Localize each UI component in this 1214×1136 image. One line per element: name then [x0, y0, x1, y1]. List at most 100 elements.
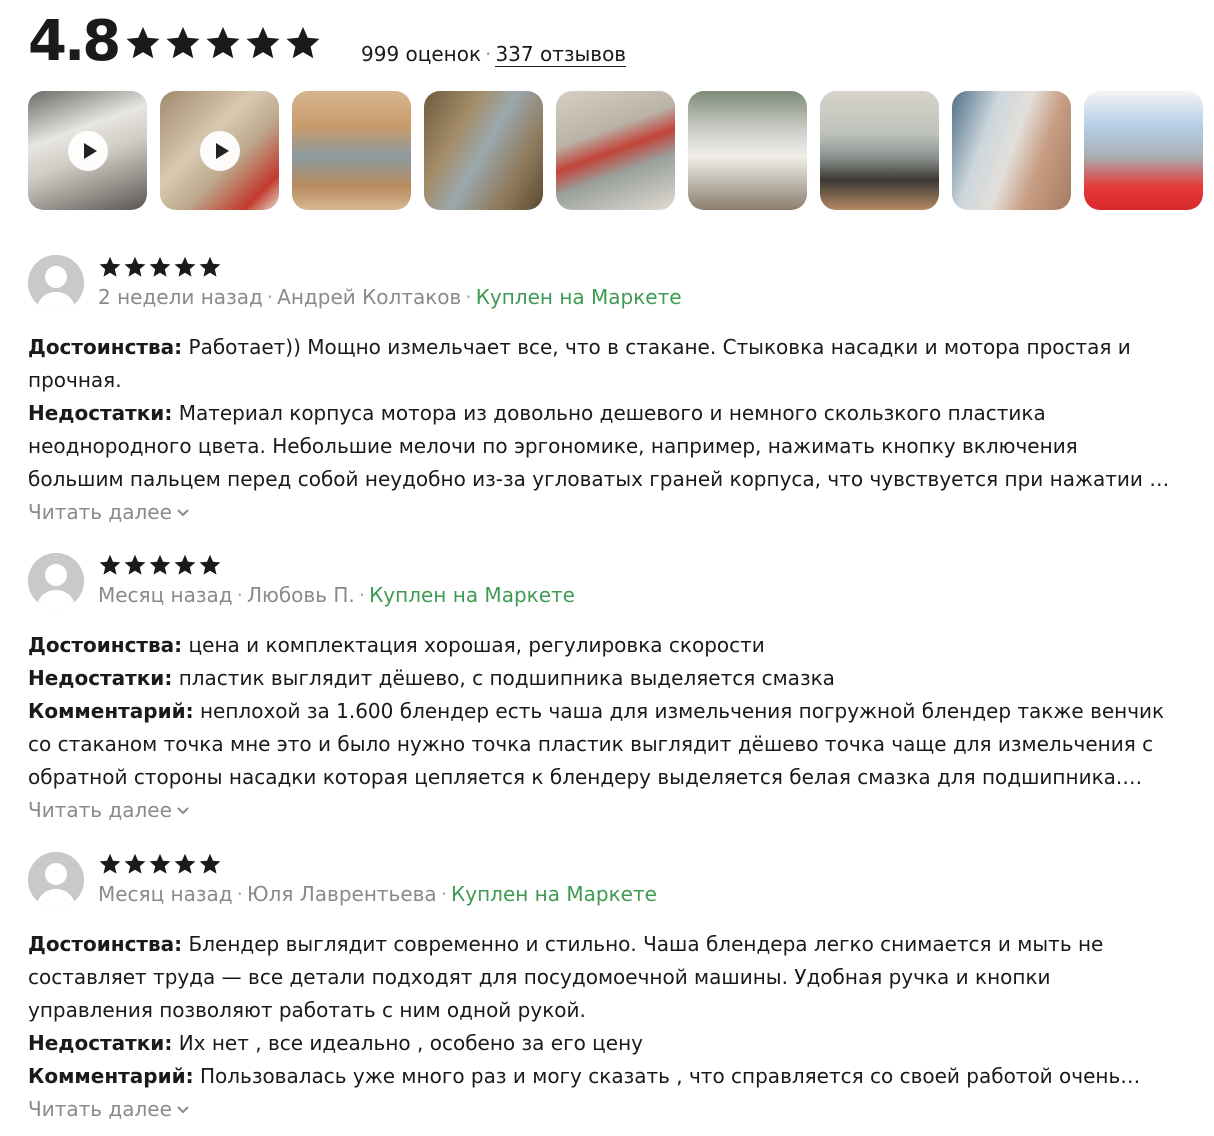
- media-thumbnail[interactable]: [820, 91, 939, 210]
- reviews-count-link[interactable]: 337 отзывов: [495, 42, 627, 67]
- review-cons: Недостатки: Их нет , все идеально , особ…: [28, 1027, 1178, 1060]
- star-icon: [99, 554, 121, 575]
- chevron-down-icon: [177, 806, 189, 814]
- review-stars: [98, 852, 222, 876]
- rating-counts: 999 оценок · 337 отзывов: [361, 42, 627, 67]
- star-icon: [286, 26, 320, 59]
- media-gallery: [28, 91, 1203, 210]
- review-comment: Комментарий: Пользовалась уже много раз …: [28, 1060, 1178, 1093]
- media-thumbnail[interactable]: [292, 91, 411, 210]
- review-body: Достоинства: Работает)) Мощно измельчает…: [28, 331, 1178, 529]
- star-icon: [174, 256, 196, 277]
- user-silhouette-icon: [28, 852, 84, 908]
- separator: ·: [266, 285, 274, 309]
- review-stars: [98, 553, 222, 577]
- star-icon: [199, 256, 221, 277]
- bought-badge: Куплен на Маркете: [475, 285, 682, 309]
- comment-text: Пользовалась уже много раз и могу сказат…: [199, 1064, 1121, 1088]
- star-icon: [166, 26, 200, 59]
- review-pros: Достоинства: Блендер выглядит современно…: [28, 928, 1178, 1027]
- separator: ·: [485, 42, 492, 66]
- star-icon: [246, 26, 280, 59]
- pros-label: Достоинства:: [28, 633, 183, 657]
- separator: ·: [465, 285, 472, 309]
- bought-badge: Куплен на Маркете: [451, 882, 657, 906]
- read-more-label: Читать далее: [28, 798, 172, 822]
- read-more-button[interactable]: Читать далее: [28, 797, 190, 823]
- review-author[interactable]: Юля Лаврентьева: [247, 882, 437, 906]
- review-date: Месяц назад: [98, 583, 233, 607]
- star-icon: [124, 554, 146, 575]
- pros-text: цена и комплектация хорошая, регулировка…: [188, 633, 765, 657]
- pros-label: Достоинства:: [28, 932, 183, 956]
- cons-text: Их нет , все идеально , особено за его ц…: [178, 1031, 643, 1055]
- review-body: Достоинства: цена и комплектация хорошая…: [28, 629, 1178, 827]
- review-meta: Месяц назад · Юля Лаврентьева · Куплен на Ма…: [98, 882, 657, 906]
- star-icon: [206, 26, 240, 59]
- media-thumbnail[interactable]: [952, 91, 1071, 210]
- star-icon: [124, 256, 146, 277]
- avatar: [28, 255, 84, 311]
- star-icon: [199, 554, 221, 575]
- chevron-down-icon: [177, 1105, 189, 1113]
- play-icon: [67, 130, 108, 171]
- review-stars: [98, 255, 222, 279]
- cons-label: Недостатки:: [28, 1031, 173, 1055]
- media-thumbnail[interactable]: [28, 91, 147, 210]
- review-comment: Комментарий: неплохой за 1.600 блендер е…: [28, 695, 1178, 794]
- review-body: Достоинства: Блендер выглядит современно…: [28, 928, 1178, 1126]
- review-meta: 2 недели назад · Андрей Колтаков · Куплен на…: [98, 285, 682, 309]
- ratings-count: 999 оценок: [361, 42, 482, 66]
- star-icon: [149, 853, 171, 874]
- review-pros: Достоинства: Работает)) Мощно измельчает…: [28, 331, 1178, 397]
- review-date: 2 недели назад: [98, 285, 263, 309]
- pros-text: Работает)) Мощно измельчает все, что в с…: [28, 335, 1131, 392]
- read-more-label: Читать далее: [28, 1097, 172, 1121]
- media-thumbnail[interactable]: [424, 91, 543, 210]
- comment-label: Комментарий:: [28, 1064, 194, 1088]
- cons-text: Материал корпуса мотора из довольно деше…: [28, 401, 1175, 491]
- media-thumbnail[interactable]: [556, 91, 675, 210]
- review-date: Месяц назад: [98, 882, 233, 906]
- star-icon: [124, 853, 146, 874]
- review-meta: Месяц назад · Любовь П. · Куплен на Маркете: [98, 583, 575, 607]
- review-cons: Недостатки: пластик выглядит дёшево, с п…: [28, 662, 1178, 695]
- bought-badge: Куплен на Маркете: [369, 583, 575, 607]
- review-card: Месяц назад · Юля Лаврентьева · Куплен на Ма…: [28, 852, 1188, 1136]
- media-thumbnail[interactable]: [1084, 91, 1203, 210]
- star-icon: [149, 554, 171, 575]
- media-thumbnail[interactable]: [688, 91, 807, 210]
- star-icon: [174, 554, 196, 575]
- read-more-label: Читать далее: [28, 500, 172, 524]
- review-pros: Достоинства: цена и комплектация хорошая…: [28, 629, 1178, 662]
- separator: ·: [236, 882, 243, 906]
- review-cons: Недостатки: Материал корпуса мотора из д…: [28, 397, 1178, 496]
- read-more-button[interactable]: Читать далее: [28, 499, 190, 525]
- pros-text: Блендер выглядит современно и стильно. Ч…: [28, 932, 1104, 1022]
- separator: ·: [358, 583, 366, 607]
- avatar: [28, 553, 84, 609]
- read-more-button[interactable]: Читать далее: [28, 1096, 190, 1122]
- star-icon: [99, 853, 121, 874]
- avatar: [28, 852, 84, 908]
- pros-label: Достоинства:: [28, 335, 183, 359]
- review-author[interactable]: Любовь П.: [247, 583, 355, 607]
- review-card: 2 недели назад · Андрей Колтаков · Куплен на…: [28, 255, 1188, 525]
- chevron-down-icon: [177, 508, 189, 516]
- rating-stars: [124, 24, 322, 62]
- average-rating: 4.8: [28, 9, 121, 74]
- separator: ·: [440, 882, 448, 906]
- play-icon: [199, 130, 240, 171]
- cons-label: Недостатки:: [28, 401, 173, 425]
- comment-label: Комментарий:: [28, 699, 194, 723]
- star-icon: [174, 853, 196, 874]
- cons-text: пластик выглядит дёшево, с подшипника вы…: [178, 666, 835, 690]
- user-silhouette-icon: [28, 553, 84, 609]
- star-icon: [99, 256, 121, 277]
- comment-text: неплохой за 1.600 блендер есть чаша для …: [28, 699, 1165, 789]
- star-icon: [149, 256, 171, 277]
- media-thumbnail[interactable]: [160, 91, 279, 210]
- separator: ·: [236, 583, 243, 607]
- review-author[interactable]: Андрей Колтаков: [277, 285, 461, 309]
- cons-label: Недостатки:: [28, 666, 173, 690]
